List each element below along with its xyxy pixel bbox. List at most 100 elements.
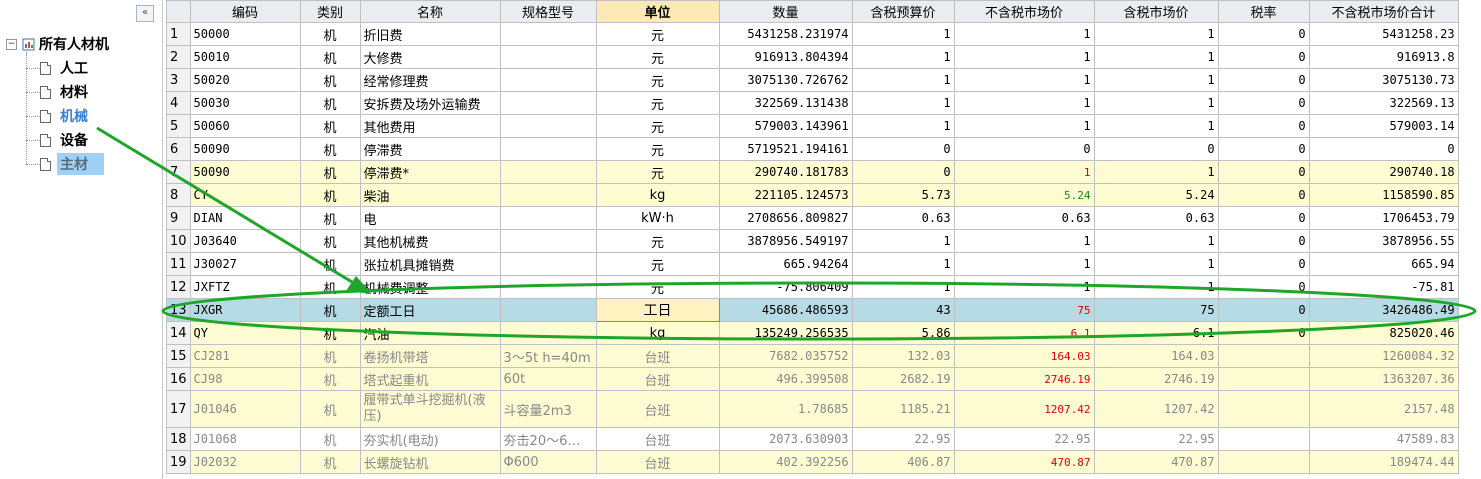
tax-budget-price-cell[interactable]: 1	[851, 22, 955, 46]
table-row[interactable]: 16 CJ98 机塔式起重机 60t 台班 496.399508 2682.19 2746.1…	[166, 367, 1459, 391]
table-row[interactable]: 1 50000 机折旧费元 5431258.231974 1 1 1 0 5431258.23	[166, 22, 1459, 46]
table-row[interactable]: 10 J03640 机其他机械费元 3878956.549197 1 1 1 0 3878956…	[166, 229, 1459, 253]
header-code[interactable]: 编码	[189, 0, 301, 23]
spec-cell[interactable]	[499, 68, 597, 92]
total-no-tax-cell[interactable]: 825020.46	[1308, 321, 1459, 345]
total-no-tax-cell[interactable]: 47589.83	[1308, 427, 1459, 451]
tax-budget-price-cell[interactable]: 43	[851, 298, 955, 322]
category-cell[interactable]: 机	[299, 91, 361, 115]
name-cell[interactable]: 经常修理费	[359, 68, 501, 92]
row-number-cell[interactable]: 15	[166, 344, 191, 368]
tax-rate-cell[interactable]	[1217, 344, 1310, 368]
quantity-cell[interactable]: 2708656.809827	[718, 206, 853, 230]
tax-rate-cell[interactable]	[1217, 450, 1310, 474]
category-cell[interactable]: 机	[299, 137, 361, 161]
market-price-tax-cell[interactable]: 1	[1093, 45, 1219, 69]
row-number-cell[interactable]: 16	[166, 367, 191, 391]
tax-budget-price-cell[interactable]: 2682.19	[851, 367, 955, 391]
table-row[interactable]: 11 J30027 机张拉机具摊销费元 665.94264 1 1 1 0 665.94	[166, 252, 1459, 276]
tree-root-all-resources[interactable]: − 所有人材机	[6, 34, 109, 54]
tax-rate-cell[interactable]: 0	[1217, 68, 1310, 92]
name-cell[interactable]: 其他机械费	[359, 229, 501, 253]
market-price-tax-cell[interactable]: 1	[1093, 252, 1219, 276]
total-no-tax-cell[interactable]: 579003.14	[1308, 114, 1459, 138]
header-category[interactable]: 类别	[299, 0, 361, 23]
header-unit[interactable]: 单位	[595, 0, 720, 23]
spec-cell[interactable]	[499, 321, 597, 345]
market-price-no-tax-cell[interactable]: 1207.42	[953, 390, 1095, 428]
quantity-cell[interactable]: 579003.143961	[718, 114, 853, 138]
total-no-tax-cell[interactable]: 322569.13	[1308, 91, 1459, 115]
quantity-cell[interactable]: 45686.486593	[718, 298, 853, 322]
tree-item-main-material[interactable]: 主材	[26, 153, 104, 175]
market-price-tax-cell[interactable]: 1	[1093, 160, 1219, 184]
category-cell[interactable]: 机	[299, 427, 361, 451]
tax-rate-cell[interactable]: 0	[1217, 321, 1310, 345]
unit-cell[interactable]: kW·h	[595, 206, 720, 230]
market-price-no-tax-cell[interactable]: 1	[953, 22, 1095, 46]
unit-cell[interactable]: 元	[595, 45, 720, 69]
tree-item-labor[interactable]: 人工	[26, 57, 91, 79]
category-cell[interactable]: 机	[299, 68, 361, 92]
name-cell[interactable]: 其他费用	[359, 114, 501, 138]
code-cell[interactable]: 50020	[189, 68, 301, 92]
code-cell[interactable]: 50090	[189, 160, 301, 184]
code-cell[interactable]: CJ98	[189, 367, 301, 391]
tax-budget-price-cell[interactable]: 1185.21	[851, 390, 955, 428]
market-price-tax-cell[interactable]: 0	[1093, 137, 1219, 161]
tax-budget-price-cell[interactable]: 1	[851, 252, 955, 276]
category-cell[interactable]: 机	[299, 22, 361, 46]
total-no-tax-cell[interactable]: 2157.48	[1308, 390, 1459, 428]
table-row[interactable]: 4 50030 机安拆费及场外运输费元 322569.131438 1 1 1 0 322569…	[166, 91, 1459, 115]
name-cell[interactable]: 停滞费	[359, 137, 501, 161]
unit-cell[interactable]: 元	[595, 137, 720, 161]
name-cell[interactable]: 塔式起重机	[359, 367, 501, 391]
tax-budget-price-cell[interactable]: 1	[851, 68, 955, 92]
quantity-cell[interactable]: 496.399508	[718, 367, 853, 391]
code-cell[interactable]: J02032	[189, 450, 301, 474]
tax-rate-cell[interactable]: 0	[1217, 114, 1310, 138]
tax-budget-price-cell[interactable]: 5.86	[851, 321, 955, 345]
tax-budget-price-cell[interactable]: 1	[851, 91, 955, 115]
spec-cell[interactable]	[499, 229, 597, 253]
tax-budget-price-cell[interactable]: 0	[851, 137, 955, 161]
code-cell[interactable]: 50060	[189, 114, 301, 138]
name-cell[interactable]: 电	[359, 206, 501, 230]
name-cell[interactable]: 卷扬机带塔	[359, 344, 501, 368]
spec-cell[interactable]	[499, 91, 597, 115]
tree-item-machinery[interactable]: 机械	[26, 105, 91, 127]
header-quantity[interactable]: 数量	[718, 0, 853, 23]
category-cell[interactable]: 机	[299, 45, 361, 69]
market-price-tax-cell[interactable]: 1	[1093, 91, 1219, 115]
unit-cell[interactable]: 元	[595, 22, 720, 46]
category-cell[interactable]: 机	[299, 206, 361, 230]
total-no-tax-cell[interactable]: 3878956.55	[1308, 229, 1459, 253]
category-cell[interactable]: 机	[299, 160, 361, 184]
market-price-tax-cell[interactable]: 1	[1093, 114, 1219, 138]
code-cell[interactable]: J03640	[189, 229, 301, 253]
unit-cell[interactable]: 元	[595, 160, 720, 184]
row-number-cell[interactable]: 12	[166, 275, 191, 299]
market-price-no-tax-cell[interactable]: 1	[953, 275, 1095, 299]
tax-budget-price-cell[interactable]: 1	[851, 45, 955, 69]
table-row-selected[interactable]: 13 JXGR 机定额工日 工日 45686.486593 43 75 75 0 3426486.…	[166, 298, 1459, 322]
row-number-cell[interactable]: 19	[166, 450, 191, 474]
market-price-tax-cell[interactable]: 22.95	[1093, 427, 1219, 451]
tax-budget-price-cell[interactable]: 1	[851, 229, 955, 253]
unit-cell[interactable]: 元	[595, 252, 720, 276]
spec-cell[interactable]	[499, 45, 597, 69]
tax-budget-price-cell[interactable]: 22.95	[851, 427, 955, 451]
tax-budget-price-cell[interactable]: 132.03	[851, 344, 955, 368]
row-number-cell[interactable]: 9	[166, 206, 191, 230]
market-price-tax-cell[interactable]: 1	[1093, 229, 1219, 253]
total-no-tax-cell[interactable]: 189474.44	[1308, 450, 1459, 474]
market-price-tax-cell[interactable]: 75	[1093, 298, 1219, 322]
tree-collapse-toggle-icon[interactable]: −	[6, 38, 17, 50]
spec-cell[interactable]	[499, 22, 597, 46]
spec-cell[interactable]: 斗容量2m3	[499, 390, 597, 428]
spec-cell[interactable]	[499, 114, 597, 138]
market-price-tax-cell[interactable]: 470.87	[1093, 450, 1219, 474]
market-price-tax-cell[interactable]: 1	[1093, 22, 1219, 46]
tax-rate-cell[interactable]: 0	[1217, 252, 1310, 276]
market-price-tax-cell[interactable]: 164.03	[1093, 344, 1219, 368]
